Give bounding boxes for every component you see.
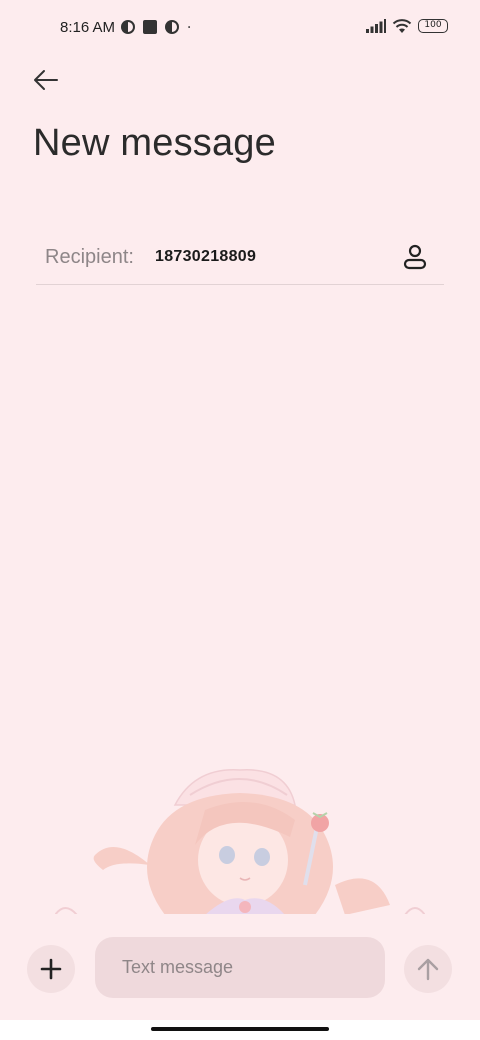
attach-button[interactable] <box>27 945 75 993</box>
send-button[interactable] <box>404 945 452 993</box>
dot-icon <box>188 26 191 28</box>
arrow-left-icon <box>34 70 58 90</box>
recipient-value[interactable]: 18730218809 <box>155 248 256 266</box>
wallpaper-illustration-art <box>55 769 425 915</box>
navigation-bar <box>0 1020 480 1040</box>
status-system-icons: 100 <box>366 18 448 34</box>
battery-icon: 100 <box>418 19 448 33</box>
compose-bar <box>0 914 480 1020</box>
recipient-field[interactable]: Recipient: 18730218809 <box>36 232 444 285</box>
page-title: New message <box>33 122 276 164</box>
square-notification-icon <box>143 20 157 34</box>
back-button[interactable] <box>30 66 62 94</box>
home-gesture-handle[interactable] <box>151 1027 329 1031</box>
plus-icon <box>40 958 62 980</box>
status-bar: 8:16 AM 100 <box>0 0 480 56</box>
status-time: 8:16 AM <box>60 19 116 36</box>
message-input[interactable] <box>95 937 385 998</box>
arrow-up-icon <box>417 958 439 981</box>
contact-picker-button[interactable] <box>400 242 430 272</box>
signal-icon <box>366 19 386 33</box>
wallpaper-illustration <box>55 765 425 915</box>
status-notification-icons <box>120 19 196 35</box>
wifi-icon <box>392 19 412 33</box>
person-icon <box>403 244 427 270</box>
recipient-label: Recipient: <box>45 246 134 268</box>
app-notification-icon <box>165 20 179 34</box>
app-notification-icon <box>121 20 135 34</box>
